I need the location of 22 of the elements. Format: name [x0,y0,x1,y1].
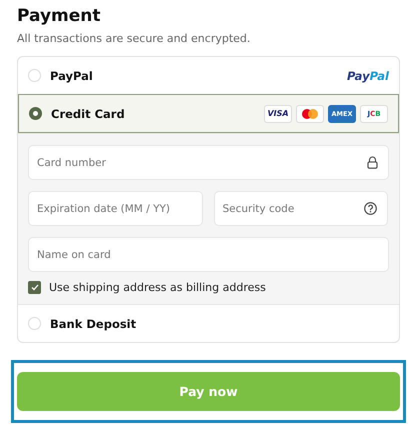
option-label: Credit Card [51,106,125,120]
visa-logo: VISA [264,104,292,122]
input-field[interactable]: Security code [214,191,388,226]
mastercard-logo [296,104,324,122]
option-label: PayPal [50,68,93,82]
help-icon [364,202,377,215]
subtitle: All transactions are secure and encrypted. [17,32,250,45]
radio-button[interactable] [29,107,42,120]
radio-button[interactable] [28,317,41,330]
checkbox-label: Use shipping address as billing address [49,281,266,294]
input-field[interactable]: Card number [28,145,389,180]
payment-option[interactable]: PayPal PayPal [18,57,399,94]
check-icon [30,284,38,291]
option-label: Bank Deposit [50,316,136,330]
payment-option[interactable]: Bank Deposit [18,304,399,342]
input-field[interactable]: Name on card [28,237,389,272]
lock-icon [367,156,378,169]
input-field[interactable]: Expiration date (MM / YY) [28,191,202,226]
checkbox[interactable] [28,281,41,294]
page-title: Payment [17,5,102,27]
radio-button[interactable] [28,69,41,82]
paypal-logo: PayPal [346,68,389,82]
